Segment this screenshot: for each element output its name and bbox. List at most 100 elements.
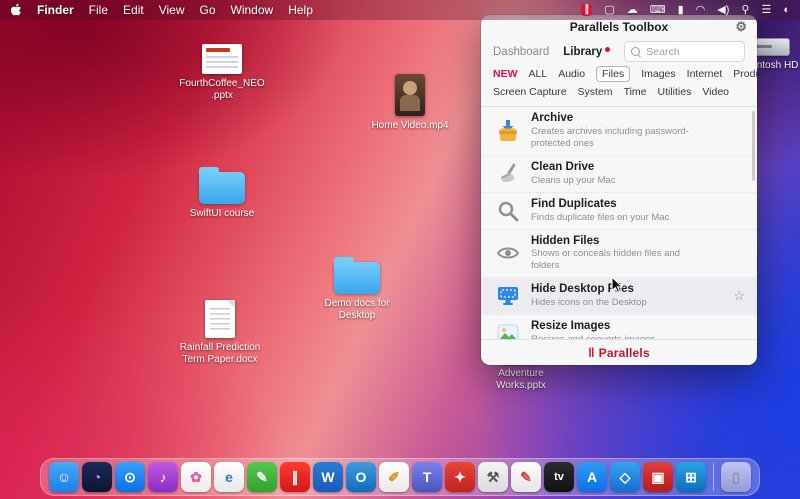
dock-item-outlook[interactable]: O bbox=[346, 462, 376, 492]
dock-item-red-utility[interactable]: ✦ bbox=[445, 462, 475, 492]
category-system[interactable]: System bbox=[578, 86, 613, 98]
category-audio[interactable]: Audio bbox=[558, 68, 585, 80]
tab-dashboard[interactable]: Dashboard bbox=[493, 46, 549, 58]
menu-finder[interactable]: Finder bbox=[37, 3, 74, 17]
desktop-icon-demo-docs-folder[interactable]: Demo docs for Desktop bbox=[312, 262, 402, 322]
wifi-icon[interactable]: ◠ bbox=[696, 5, 706, 16]
tool-list: Archive Creates archives including passw… bbox=[481, 107, 757, 339]
dock-item-hammer-tools[interactable]: ⚒ bbox=[478, 462, 508, 492]
dock-item-finder[interactable]: ☺ bbox=[49, 462, 79, 492]
tab-library[interactable]: Library bbox=[563, 46, 610, 58]
desktop-icon-label: FourthCoffee_NEO .pptx bbox=[179, 78, 264, 102]
dock-item-safari[interactable]: ⊙ bbox=[115, 462, 145, 492]
dock-item-internet-explorer[interactable]: e bbox=[214, 462, 244, 492]
monitor-icon bbox=[495, 283, 521, 309]
dock-item-word[interactable]: W bbox=[313, 462, 343, 492]
category-files[interactable]: Files bbox=[596, 66, 630, 82]
user-switch-icon[interactable]: ◐ bbox=[783, 5, 790, 16]
control-center-icon[interactable]: ☰ bbox=[761, 5, 771, 16]
dock-item-parallels-toolbox[interactable]: ▣ bbox=[643, 462, 673, 492]
desktop-icon-label: Adventure Works.pptx bbox=[496, 368, 546, 392]
tool-name: Resize Images bbox=[531, 320, 655, 334]
tool-description: Creates archives including password-prot… bbox=[531, 126, 709, 150]
tool-hide-desktop-files[interactable]: Hide Desktop Files Hides icons on the De… bbox=[481, 278, 757, 315]
parallels-wordmark: Parallels bbox=[599, 346, 650, 360]
dock-item-pen-app[interactable]: ✐ bbox=[379, 462, 409, 492]
search-input[interactable] bbox=[644, 45, 738, 59]
menu-window[interactable]: Window bbox=[231, 3, 274, 17]
tool-name: Clean Drive bbox=[531, 161, 615, 175]
dock-item-app-store[interactable]: A bbox=[577, 462, 607, 492]
dock-item-teams[interactable]: T bbox=[412, 462, 442, 492]
dock-item-apple-tv[interactable]: tv bbox=[544, 462, 574, 492]
dock-item-blue-app[interactable]: ◇ bbox=[610, 462, 640, 492]
tool-find-duplicates[interactable]: Find Duplicates Finds duplicate files on… bbox=[481, 193, 757, 230]
apple-menu-icon[interactable] bbox=[10, 3, 22, 17]
archive-icon bbox=[495, 118, 521, 144]
dock-item-parallels-access[interactable]: ◔ bbox=[82, 462, 112, 492]
desktop-icon-rainfall-docx[interactable]: Rainfall Prediction Term Paper.docx bbox=[175, 300, 265, 366]
cloud-icon[interactable]: ☁ bbox=[627, 5, 638, 16]
spotlight-icon[interactable]: ⚲ bbox=[741, 5, 749, 16]
dock-item-green-editor[interactable]: ✎ bbox=[247, 462, 277, 492]
desktop-icon-label: Demo docs for Desktop bbox=[324, 298, 389, 322]
volume-icon[interactable]: ◀) bbox=[717, 5, 729, 16]
word-document-icon bbox=[205, 300, 235, 338]
category-screen-capture[interactable]: Screen Capture bbox=[493, 86, 567, 98]
favorite-star-icon[interactable]: ☆ bbox=[733, 288, 745, 304]
tool-archive[interactable]: Archive Creates archives including passw… bbox=[481, 107, 757, 156]
dock-item-parallels-desktop[interactable]: ∥ bbox=[280, 462, 310, 492]
menu-help[interactable]: Help bbox=[288, 3, 313, 17]
category-images[interactable]: Images bbox=[641, 68, 675, 80]
tool-hidden-files[interactable]: Hidden Files Shows or conceals hidden fi… bbox=[481, 230, 757, 279]
tool-resize-images[interactable]: Resize Images Resizes and converts image… bbox=[481, 315, 757, 339]
category-internet[interactable]: Internet bbox=[687, 68, 723, 80]
dock-item-music[interactable]: ♪ bbox=[148, 462, 178, 492]
category-utilities[interactable]: Utilities bbox=[658, 86, 692, 98]
dock-item-paint-brushes[interactable]: ✎ bbox=[511, 462, 541, 492]
image-icon bbox=[495, 320, 521, 339]
settings-gear-icon[interactable]: ⚙ bbox=[735, 19, 747, 35]
desktop-icon-label: SwiftUI course bbox=[190, 208, 254, 220]
keyboard-icon[interactable]: ⌨ bbox=[650, 5, 666, 16]
dock-item-trash[interactable]: ▯ bbox=[721, 462, 751, 492]
parallels-toolbox-window: Parallels Toolbox ⚙ Dashboard Library NE… bbox=[481, 15, 757, 365]
scrollbar[interactable] bbox=[752, 111, 755, 181]
menu-file[interactable]: File bbox=[89, 3, 108, 17]
search-field[interactable] bbox=[624, 41, 745, 62]
desktop-icon-label: Home Video.mp4 bbox=[371, 120, 448, 132]
category-productivity[interactable]: Productivity bbox=[733, 68, 757, 80]
category-time[interactable]: Time bbox=[624, 86, 647, 98]
dock-item-windows[interactable]: ⊞ bbox=[676, 462, 706, 492]
broom-icon bbox=[495, 161, 521, 187]
new-items-badge bbox=[605, 47, 610, 52]
tab-bar: Dashboard Library bbox=[481, 39, 757, 66]
tool-name: Find Duplicates bbox=[531, 198, 669, 212]
category-all[interactable]: ALL bbox=[529, 68, 548, 80]
menu-bar: Finder File Edit View Go Window Help ∥ ▢ ☁ ⌨ ▮ ◠ ◀) ⚲… bbox=[0, 0, 800, 20]
menu-go[interactable]: Go bbox=[200, 3, 216, 17]
screen-mirroring-icon[interactable]: ▢ bbox=[604, 5, 614, 16]
tool-description: Resizes and converts images bbox=[531, 334, 655, 339]
tool-description: Shows or conceals hidden files and folde… bbox=[531, 248, 709, 272]
category-new[interactable]: NEW bbox=[493, 68, 518, 80]
category-video[interactable]: Video bbox=[702, 86, 729, 98]
folder-icon bbox=[199, 172, 245, 204]
desktop-icon-label: Rainfall Prediction Term Paper.docx bbox=[180, 342, 261, 366]
dock-item-photos[interactable]: ✿ bbox=[181, 462, 211, 492]
panel-footer: ‖ Parallels bbox=[481, 339, 757, 365]
desktop-icon-home-video-mp4[interactable]: Home Video.mp4 bbox=[365, 74, 455, 132]
desktop-icon-swiftui-course[interactable]: SwiftUI course bbox=[177, 172, 267, 220]
tool-name: Archive bbox=[531, 112, 709, 126]
category-filter-row-1: NEW ALL Audio Files Images Internet Productivi… bbox=[481, 66, 757, 82]
battery-icon[interactable]: ▮ bbox=[678, 5, 684, 16]
menu-edit[interactable]: Edit bbox=[123, 3, 144, 17]
menu-view[interactable]: View bbox=[159, 3, 185, 17]
tool-clean-drive[interactable]: Clean Drive Cleans up your Mac bbox=[481, 156, 757, 193]
parallels-menubar-icon[interactable]: ∥ bbox=[581, 4, 592, 16]
video-file-icon bbox=[395, 74, 425, 116]
dock-separator bbox=[713, 463, 714, 491]
dock: ☺◔⊙♪✿e✎∥WO✐T✦⚒✎tvA◇▣⊞▯ bbox=[40, 458, 760, 496]
tool-name: Hide Desktop Files bbox=[531, 283, 647, 297]
desktop-icon-fourthcoffee-pptx[interactable]: FourthCoffee_NEO .pptx bbox=[177, 44, 267, 102]
